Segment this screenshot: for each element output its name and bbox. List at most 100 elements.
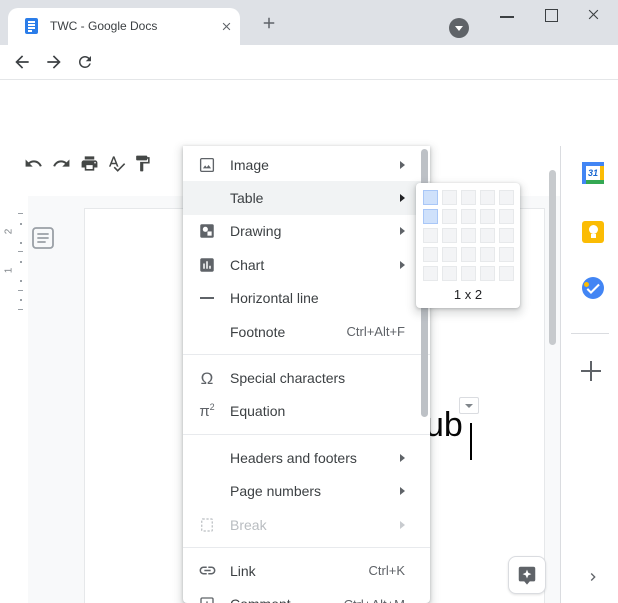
add-addon-plus-icon[interactable]	[581, 361, 601, 381]
google-calendar-icon[interactable]: 31	[582, 162, 604, 184]
reload-icon[interactable]	[76, 53, 94, 71]
menu-item-horizontal-line[interactable]: Horizontal line	[183, 282, 430, 315]
table-grid-cell[interactable]	[422, 190, 438, 205]
menu-item-equation[interactable]: π2 Equation	[183, 395, 430, 428]
drawing-icon	[197, 221, 217, 241]
tab-title: TWC - Google Docs	[50, 19, 158, 33]
shortcut-label: Ctrl+Alt+M	[344, 597, 420, 603]
menu-item-link[interactable]: Link Ctrl+K	[183, 554, 430, 587]
side-panel-divider	[571, 333, 609, 334]
browser-addressbar: docs.google.com/document/d/1FiOEm2EIdLO.…	[0, 45, 618, 121]
document-scrollbar[interactable]	[549, 170, 556, 345]
browser-tab[interactable]: TWC - Google Docs	[8, 8, 240, 45]
table-size-label: 1 x 2	[453, 287, 483, 302]
docs-header: TWC File Edit View Insert Format Tools A…	[0, 80, 618, 226]
submenu-arrow-icon	[400, 194, 405, 203]
table-grid-cell[interactable]	[479, 247, 495, 262]
new-tab-button[interactable]	[260, 14, 278, 32]
table-grid-cell[interactable]	[422, 228, 438, 243]
menu-item-comment[interactable]: Comment Ctrl+Alt+M	[183, 588, 430, 603]
menu-item-footnote[interactable]: Footnote Ctrl+Alt+F	[183, 315, 430, 348]
menu-item-headers-footers[interactable]: Headers and footers	[183, 441, 430, 474]
google-tasks-icon[interactable]	[582, 277, 604, 299]
table-grid-cell[interactable]	[479, 190, 495, 205]
print-icon[interactable]	[80, 154, 99, 173]
table-grid-cell[interactable]	[498, 228, 514, 243]
tab-search-icon[interactable]	[449, 18, 469, 38]
table-grid-cell[interactable]	[441, 228, 457, 243]
menu-item-chart[interactable]: Chart	[183, 248, 430, 281]
browser-titlebar: TWC - Google Docs	[0, 0, 618, 45]
table-grid-cell[interactable]	[422, 209, 438, 224]
menu-item-image[interactable]: Image	[183, 148, 430, 181]
submenu-arrow-icon	[400, 520, 405, 529]
shortcut-label: Ctrl+K	[368, 563, 405, 579]
window-minimize-button[interactable]	[500, 16, 514, 18]
menu-divider	[183, 434, 430, 436]
table-grid-cell[interactable]	[460, 209, 476, 224]
window-maximize-button[interactable]	[545, 9, 558, 22]
table-grid-cell[interactable]	[460, 228, 476, 243]
shortcut-label: Ctrl+Alt+F	[346, 324, 405, 340]
submenu-arrow-icon	[400, 227, 405, 236]
forward-icon[interactable]	[44, 52, 64, 72]
table-grid	[422, 190, 514, 281]
submenu-arrow-icon	[400, 453, 405, 462]
explore-button[interactable]	[508, 556, 546, 594]
back-icon[interactable]	[12, 52, 32, 72]
page-break-icon	[197, 515, 217, 535]
submenu-arrow-icon	[400, 160, 405, 169]
menu-item-drawing[interactable]: Drawing	[183, 215, 430, 248]
undo-icon[interactable]	[24, 154, 43, 173]
table-grid-cell[interactable]	[479, 266, 495, 281]
submenu-arrow-icon	[400, 260, 405, 269]
table-grid-cell[interactable]	[479, 209, 495, 224]
menu-item-special-characters[interactable]: Ω Special characters	[183, 361, 430, 394]
ruler-number: 1	[3, 267, 15, 274]
insert-menu: Image Table Drawing Chart Horizontal lin…	[183, 146, 430, 603]
menu-item-page-numbers[interactable]: Page numbers	[183, 475, 430, 508]
paint-format-icon[interactable]	[133, 154, 152, 173]
table-grid-cell[interactable]	[441, 190, 457, 205]
table-grid-cell[interactable]	[479, 228, 495, 243]
text-cursor	[470, 423, 472, 460]
table-size-picker: 1 x 2	[416, 183, 520, 308]
omega-icon: Ω	[200, 368, 214, 388]
tab-close-icon[interactable]	[220, 20, 233, 33]
explore-star-icon	[518, 566, 536, 585]
pi-squared-icon: π2	[199, 402, 215, 421]
link-icon	[197, 561, 217, 581]
table-grid-cell[interactable]	[498, 209, 514, 224]
window-close-button[interactable]	[586, 7, 601, 22]
menu-divider	[183, 547, 430, 549]
document-outline-icon[interactable]	[31, 226, 55, 250]
google-keep-icon[interactable]	[582, 221, 604, 243]
menu-item-table[interactable]: Table	[183, 181, 430, 215]
table-grid-cell[interactable]	[460, 247, 476, 262]
bar-chart-icon	[197, 255, 217, 275]
redo-icon[interactable]	[52, 154, 71, 173]
horizontal-line-icon	[197, 288, 217, 308]
collapse-panel-chevron-icon[interactable]	[585, 569, 601, 585]
menu-item-break: Break	[183, 508, 430, 541]
table-grid-cell[interactable]	[498, 266, 514, 281]
table-grid-cell[interactable]	[441, 247, 457, 262]
table-grid-cell[interactable]	[422, 266, 438, 281]
table-grid-cell[interactable]	[460, 266, 476, 281]
table-grid-cell[interactable]	[498, 247, 514, 262]
table-grid-cell[interactable]	[422, 247, 438, 262]
vertical-ruler: 2 1	[0, 196, 28, 603]
table-grid-cell[interactable]	[441, 209, 457, 224]
document-text[interactable]: ub	[425, 406, 463, 445]
ruler-number: 2	[3, 228, 15, 235]
menu-divider	[183, 354, 430, 356]
docs-favicon-icon	[25, 18, 38, 34]
google-docs-window: TWC - Google Docs docs.google.com/docume…	[0, 0, 618, 603]
add-comment-icon	[197, 594, 217, 603]
table-grid-cell[interactable]	[460, 190, 476, 205]
table-grid-cell[interactable]	[498, 190, 514, 205]
side-panel: 31	[560, 146, 618, 603]
table-grid-cell[interactable]	[441, 266, 457, 281]
spellcheck-icon[interactable]	[107, 154, 126, 173]
image-icon	[197, 155, 217, 175]
